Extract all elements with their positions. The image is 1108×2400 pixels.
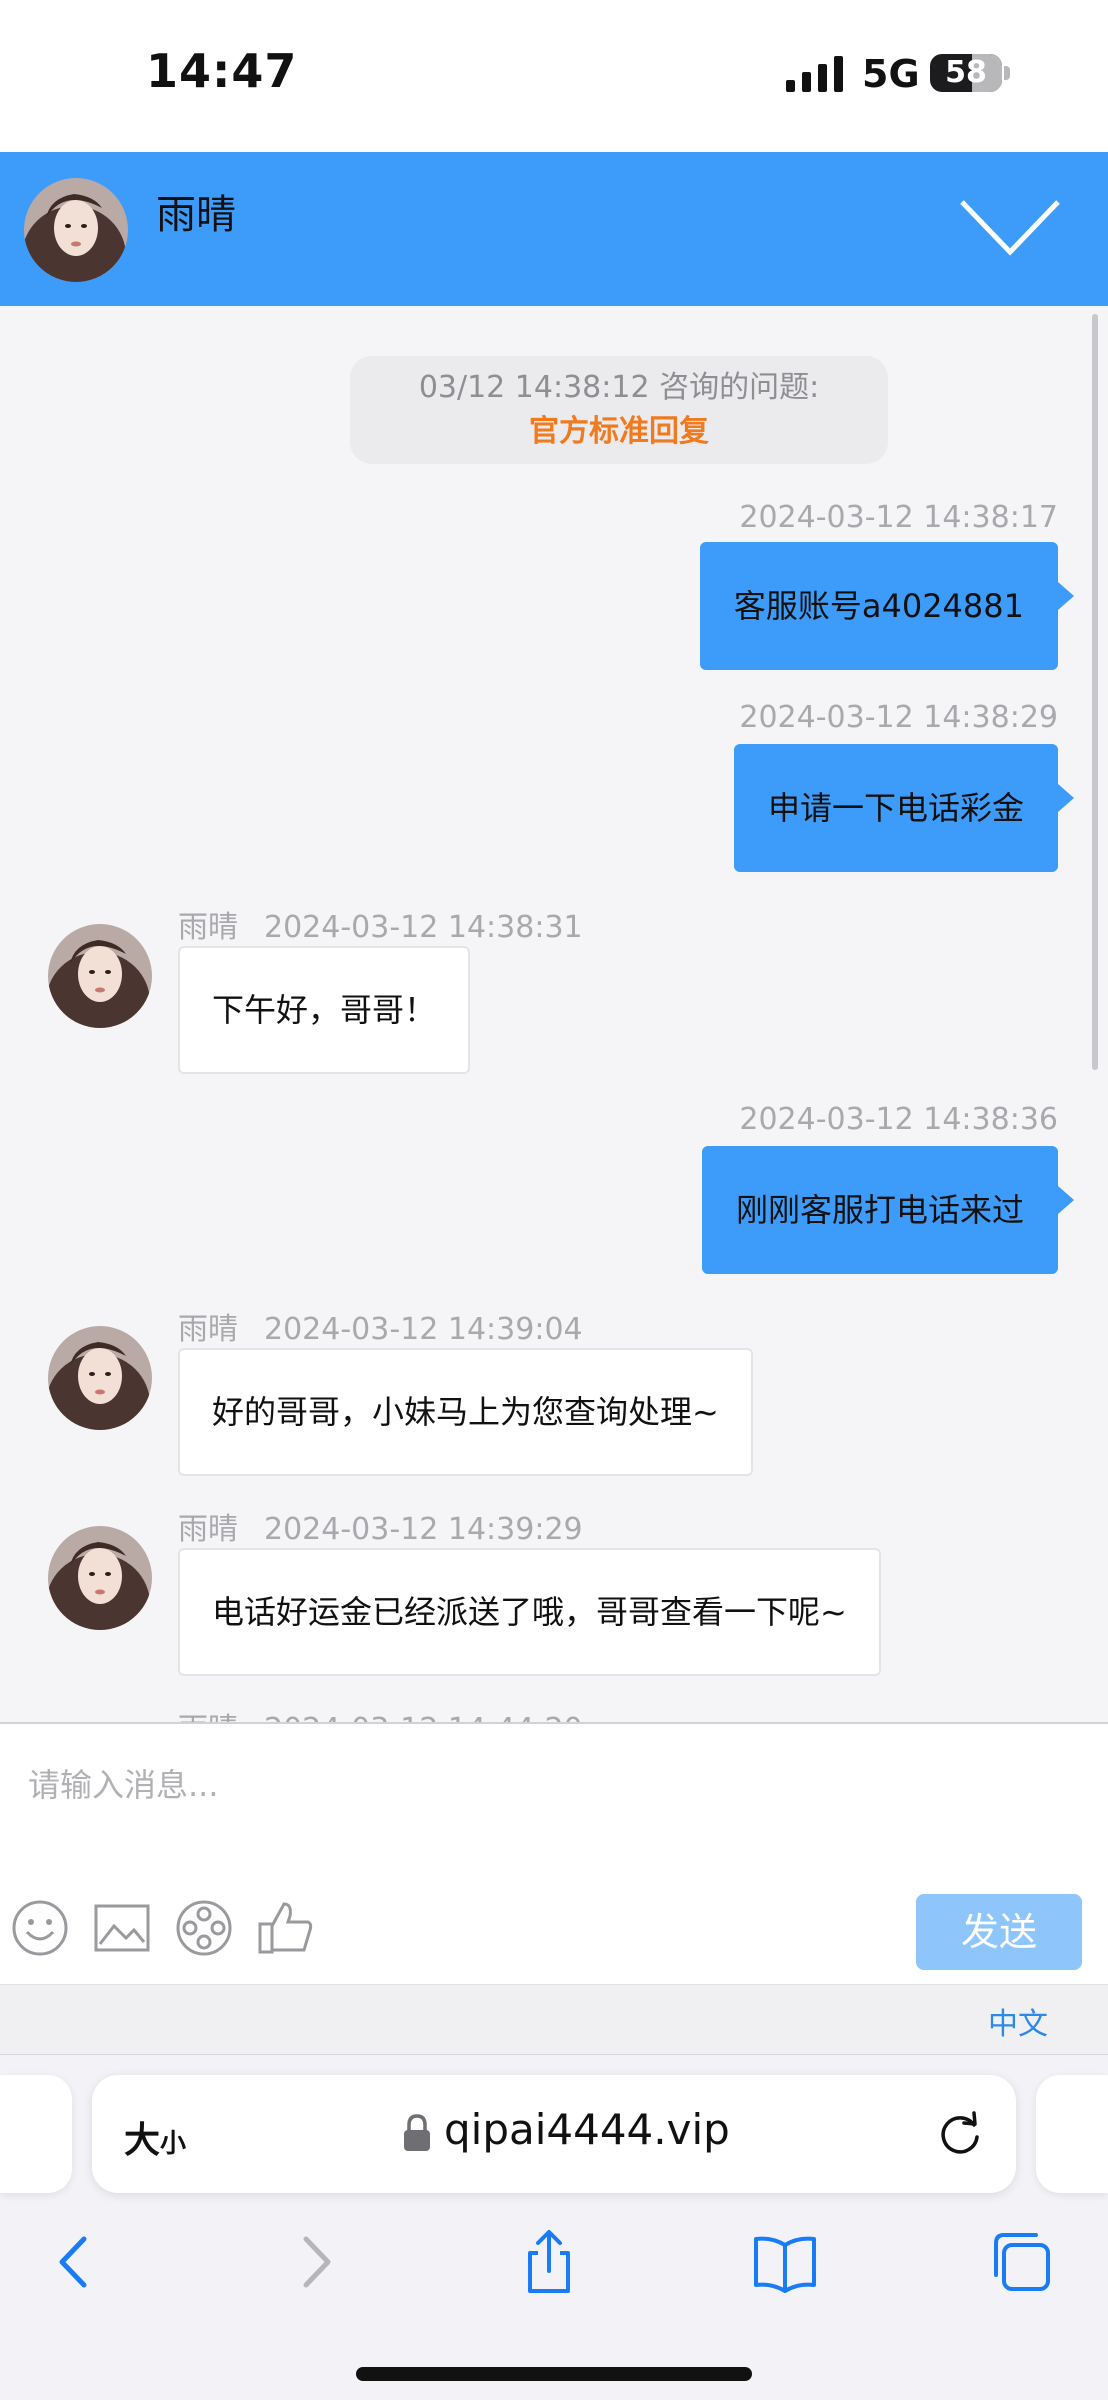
chevron-down-icon[interactable]	[958, 196, 1062, 260]
sender-name: 雨晴	[178, 1312, 238, 1347]
agent-avatar	[48, 1526, 152, 1630]
message-time: 2024-03-12 14:38:17	[739, 500, 1058, 535]
message-text: 刚刚客服打电话来过	[735, 1191, 1024, 1229]
outgoing-message[interactable]: 客服账号a4024881	[699, 542, 1074, 670]
share-icon[interactable]	[514, 2227, 584, 2297]
video-icon[interactable]	[174, 1898, 234, 1958]
incoming-message[interactable]: 电话好运金已经派送了哦，哥哥查看一下呢~	[178, 1548, 881, 1676]
language-switch[interactable]: 中文	[988, 1999, 1048, 2043]
forward-icon[interactable]	[280, 2227, 350, 2297]
consult-notice-time: 03/12 14:38:12 咨询的问题:	[418, 370, 820, 405]
message-text: 客服账号a4024881	[733, 587, 1024, 625]
consult-notice: 03/12 14:38:12 咨询的问题: 官方标准回复	[350, 356, 888, 464]
text-size-button[interactable]: 大小	[124, 2111, 186, 2163]
battery-level: 58	[945, 55, 987, 90]
message-meta: 雨晴 2024-03-12 14:44:20	[178, 1704, 583, 1722]
bookmarks-icon[interactable]	[750, 2227, 820, 2297]
message-meta: 雨晴 2024-03-12 14:39:04	[178, 1304, 583, 1348]
message-time: 2024-03-12 14:44:20	[264, 1712, 583, 1722]
thumbs-up-icon[interactable]	[256, 1898, 316, 1958]
sender-name: 雨晴	[178, 1712, 238, 1722]
agent-name: 雨晴	[156, 192, 236, 238]
agent-avatar	[48, 924, 152, 1028]
outgoing-message[interactable]: 刚刚客服打电话来过	[701, 1146, 1074, 1274]
message-time: 2024-03-12 14:39:04	[264, 1312, 583, 1347]
back-icon[interactable]	[40, 2227, 110, 2297]
send-button[interactable]: 发送	[916, 1894, 1082, 1970]
previous-tab[interactable]	[0, 2075, 72, 2193]
sender-name: 雨晴	[178, 1512, 238, 1547]
consult-topic-link[interactable]: 官方标准回复	[350, 410, 888, 454]
network-type: 5G	[862, 52, 920, 96]
battery-tip	[1004, 66, 1010, 80]
emoji-icon[interactable]	[10, 1898, 70, 1958]
clock: 14:47	[146, 44, 298, 98]
chat-header: 雨晴	[0, 152, 1108, 306]
incoming-message[interactable]: 好的哥哥，小妹马上为您查询处理~	[178, 1348, 753, 1476]
message-text: 申请一下电话彩金	[767, 789, 1024, 827]
cellular-signal-icon	[786, 56, 843, 92]
url-domain: qipai4444.vip	[444, 2105, 730, 2154]
tabs-icon[interactable]	[986, 2227, 1056, 2297]
message-text: 电话好运金已经派送了哦，哥哥查看一下呢~	[212, 1593, 847, 1631]
incoming-message[interactable]: 下午好，哥哥！	[178, 946, 471, 1074]
lock-icon	[404, 2114, 430, 2151]
battery-icon: 58	[930, 54, 1002, 92]
composer: 发送	[0, 1722, 1108, 1984]
next-tab[interactable]	[1036, 2075, 1108, 2193]
message-meta: 雨晴 2024-03-12 14:39:29	[178, 1504, 583, 1548]
reload-icon[interactable]	[934, 2107, 986, 2159]
message-text: 下午好，哥哥！	[212, 991, 437, 1029]
message-time: 2024-03-12 14:38:36	[739, 1102, 1058, 1137]
message-input[interactable]	[0, 1734, 1108, 1854]
message-list[interactable]: 03/12 14:38:12 咨询的问题: 官方标准回复 2024-03-12 …	[0, 306, 1108, 1722]
agent-avatar	[48, 1326, 152, 1430]
message-text: 好的哥哥，小妹马上为您查询处理~	[212, 1393, 719, 1431]
scrollbar[interactable]	[1092, 314, 1098, 1070]
message-time: 2024-03-12 14:38:29	[739, 700, 1058, 735]
address-bar[interactable]: 大小 qipai4444.vip	[92, 2075, 1016, 2193]
browser-toolbar: 大小 qipai4444.vip	[0, 2054, 1108, 2400]
agent-avatar	[24, 178, 128, 282]
home-indicator[interactable]	[356, 2367, 752, 2381]
outgoing-message[interactable]: 申请一下电话彩金	[733, 744, 1074, 872]
sender-name: 雨晴	[178, 910, 238, 945]
language-bar: 中文	[0, 1984, 1108, 2054]
image-icon[interactable]	[92, 1898, 152, 1958]
message-meta: 雨晴 2024-03-12 14:38:31	[178, 902, 583, 946]
status-bar: 14:47 5G 58	[0, 0, 1108, 152]
message-time: 2024-03-12 14:39:29	[264, 1512, 583, 1547]
message-time: 2024-03-12 14:38:31	[264, 910, 583, 945]
